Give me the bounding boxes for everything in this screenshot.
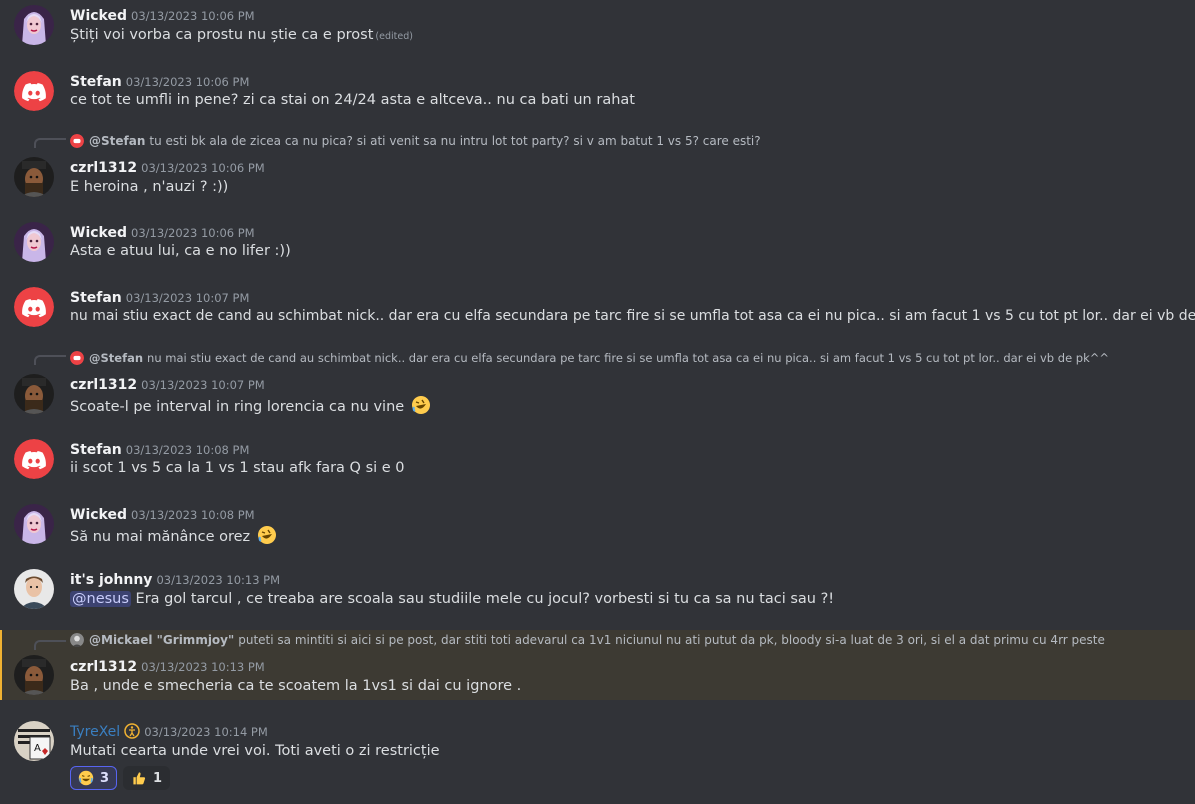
avatar-czrl1312[interactable] [14,374,54,414]
timestamp: 03/13/2023 10:07 PM [141,378,265,392]
timestamp: 03/13/2023 10:08 PM [131,508,255,522]
message-text: Era gol tarcul , ce treaba are scoala sa… [135,591,835,607]
message-text: Să nu mai mănânce orez [70,529,251,545]
timestamp: 03/13/2023 10:13 PM [156,573,281,587]
reply-username: @Stefan [89,134,146,148]
message-highlighted: @Mickael "Grimmjoy" puteti sa mintiti si… [0,630,1195,700]
reaction-crying-laughing[interactable]: 3 [70,766,118,790]
username[interactable]: it's johnny [70,572,152,588]
timestamp: 03/13/2023 10:08 PM [125,443,250,457]
timestamp: 03/13/2023 10:14 PM [144,725,268,739]
username[interactable]: Wicked [70,8,127,24]
message: Stefan 03/13/2023 10:06 PM ce tot te umfl… [0,66,1195,126]
avatar-wicked[interactable] [14,222,54,262]
crying-laughing-emoji-icon [78,770,94,786]
reply-username: @Stefan [89,351,144,365]
username[interactable]: Wicked [70,507,127,523]
user-mention[interactable]: @nesus [70,591,131,607]
reply-preview[interactable]: @Mickael "Grimmjoy" puteti sa mintiti si… [70,633,1105,647]
message: A TyreXel 03/13/2023 10:14 PM Mutati cear… [0,716,1195,804]
timestamp: 03/13/2023 10:13 PM [141,660,265,674]
rofl-emoji-icon [411,396,430,414]
reply-avatar [70,351,84,365]
message-text: Scoate-l pe interval in ring lorencia ca… [70,399,405,415]
reply-avatar [70,633,84,647]
accessibility-badge-icon [124,723,140,739]
edited-label: (edited) [375,31,413,42]
reactions-bar: 3 1 [70,766,171,790]
avatar-stefan[interactable] [14,71,54,111]
avatar-stefan[interactable] [14,439,54,479]
reply-spine [34,138,66,148]
reply-spine [34,640,66,650]
reply-spine [34,355,66,365]
message-text: nu mai stiu exact de cand au schimbat ni… [70,308,1195,324]
reply-username: @Mickael "Grimmjoy" [89,633,235,647]
reply-text: tu esti bk ala de zicea ca nu pica? si a… [149,134,761,148]
avatar-wicked[interactable] [14,5,54,45]
message: Stefan 03/13/2023 10:07 PM nu mai stiu ex… [0,282,1195,342]
message-text: ce tot te umfli in pene? zi ca stai on 2… [70,92,635,108]
username[interactable]: Stefan [70,442,122,458]
rofl-emoji-icon [257,526,276,544]
message-text: ii scot 1 vs 5 ca la 1 vs 1 stau afk far… [70,460,405,476]
username[interactable]: TyreXel [70,724,120,740]
message-text: Mutati cearta unde vrei voi. Toti aveti … [70,743,440,759]
avatar-tyrexel[interactable]: A [14,721,54,761]
svg-text:A: A [34,743,41,754]
message: Wicked 03/13/2023 10:06 PM Știți voi vorb… [0,0,1195,60]
message: @Stefan tu esti bk ala de zicea ca nu pi… [0,128,1195,198]
timestamp: 03/13/2023 10:06 PM [131,226,255,240]
message-content: Știți voi vorba ca prostu nu știe ca e p… [70,27,413,43]
username[interactable]: Stefan [70,74,122,90]
reply-avatar [70,134,84,148]
message: Wicked 03/13/2023 10:06 PM Asta e atuu lu… [0,217,1195,277]
message-text: E heroina , n'auzi ? :)) [70,179,229,195]
message-content: @nesus Era gol tarcul , ce treaba are sc… [70,591,834,607]
avatar-czrl1312[interactable] [14,157,54,197]
reaction-thumbs-up[interactable]: 1 [123,766,171,790]
reply-preview[interactable]: @Stefan tu esti bk ala de zicea ca nu pi… [70,134,761,148]
reply-text: nu mai stiu exact de cand au schimbat ni… [147,351,1110,365]
timestamp: 03/13/2023 10:07 PM [125,291,250,305]
username[interactable]: Wicked [70,225,127,241]
message: Wicked 03/13/2023 10:08 PM Să nu mai mănâ… [0,499,1195,559]
message: Stefan 03/13/2023 10:08 PM ii scot 1 vs 5… [0,434,1195,494]
message-content: Să nu mai mănânce orez [70,525,277,545]
thumbs-up-emoji-icon [133,772,146,785]
message-content: Scoate-l pe interval in ring lorencia ca… [70,395,431,415]
avatar-czrl1312[interactable] [14,655,54,695]
timestamp: 03/13/2023 10:06 PM [125,75,250,89]
message: @Stefan nu mai stiu exact de cand au sch… [0,345,1195,425]
avatar-stefan[interactable] [14,287,54,327]
reply-text: puteti sa mintiti si aici si pe post, da… [238,633,1105,647]
username[interactable]: czrl1312 [70,659,137,675]
message-text: Asta e atuu lui, ca e no lifer :)) [70,243,291,259]
message-text: Știți voi vorba ca prostu nu știe ca e p… [70,27,374,43]
message-text: Ba , unde e smecheria ca te scoatem la 1… [70,678,522,694]
username[interactable]: Stefan [70,290,122,306]
timestamp: 03/13/2023 10:06 PM [141,161,265,175]
reaction-count: 3 [100,770,110,786]
reply-preview[interactable]: @Stefan nu mai stiu exact de cand au sch… [70,351,1109,365]
username[interactable]: czrl1312 [70,377,137,393]
username[interactable]: czrl1312 [70,160,137,176]
avatar-its-johnny[interactable] [14,569,54,609]
reaction-count: 1 [153,770,163,786]
timestamp: 03/13/2023 10:06 PM [131,9,255,23]
message: it's johnny 03/13/2023 10:13 PM @nesus Er… [0,564,1195,626]
avatar-wicked[interactable] [14,504,54,544]
